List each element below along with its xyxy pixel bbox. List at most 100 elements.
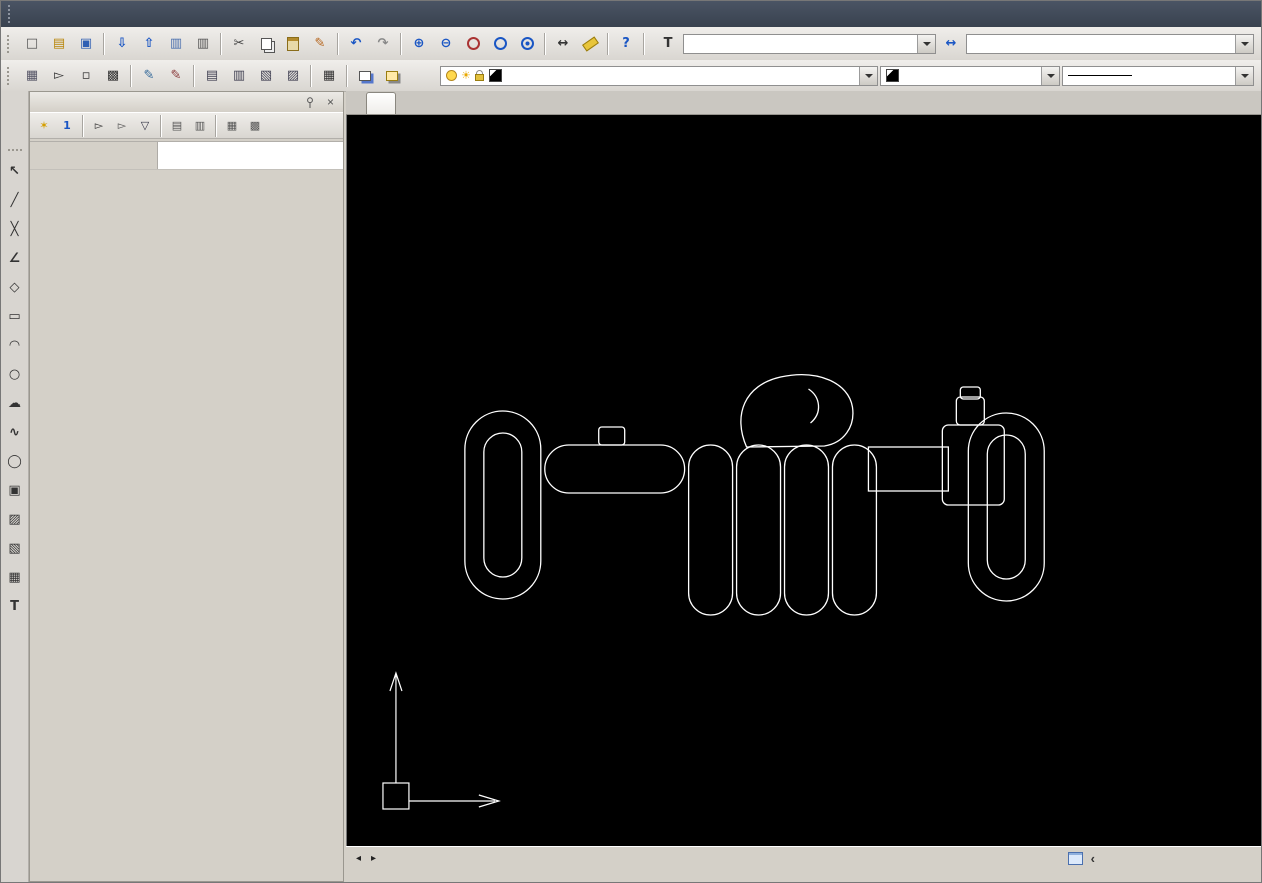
dropdown-arrow-icon[interactable] xyxy=(1041,67,1059,85)
dropdown-arrow-icon[interactable] xyxy=(859,67,877,85)
select-window-button[interactable]: ▫ xyxy=(73,63,99,89)
line-button[interactable]: ╱ xyxy=(2,188,27,213)
dropdown-arrow-icon[interactable] xyxy=(1235,35,1253,53)
quick-select-button[interactable]: ▻ xyxy=(88,115,110,137)
zoom-window-button[interactable] xyxy=(460,31,486,57)
redo-button[interactable]: ↷ xyxy=(370,31,396,57)
select-all-button[interactable]: ✶ xyxy=(33,115,55,137)
menu-tools[interactable] xyxy=(115,10,133,18)
menu-file[interactable] xyxy=(20,10,38,18)
ruler-button[interactable] xyxy=(577,31,603,57)
drawing-canvas[interactable] xyxy=(346,115,1262,846)
pan-icon: ⊕ xyxy=(414,37,425,50)
revision-cloud-button[interactable]: ☁ xyxy=(2,391,27,416)
distance-button[interactable]: ↔ xyxy=(550,31,576,57)
quick-select-button[interactable]: ▻ xyxy=(46,63,72,89)
settings-table-button[interactable]: ▩ xyxy=(244,115,266,137)
insert-block-icon: ▣ xyxy=(8,484,20,497)
layers-button[interactable] xyxy=(352,63,378,89)
menu-insert[interactable] xyxy=(77,10,95,18)
copy-properties-button[interactable]: ▤ xyxy=(166,115,188,137)
select-button[interactable]: ↖ xyxy=(2,159,27,184)
linetype-combo[interactable] xyxy=(1062,66,1254,86)
polyline-button[interactable]: ∠ xyxy=(2,246,27,271)
menu-view[interactable] xyxy=(58,10,76,18)
property-value[interactable] xyxy=(158,142,343,169)
import-button[interactable]: ⇩ xyxy=(109,31,135,57)
clean-screen-icon[interactable] xyxy=(1068,852,1083,865)
edit-properties-button[interactable]: ✎ xyxy=(163,63,189,89)
text-style-button[interactable]: T xyxy=(655,31,681,57)
filter-button[interactable]: ▽ xyxy=(134,115,156,137)
save-button[interactable]: ▣ xyxy=(73,31,99,57)
help-button[interactable]: ? xyxy=(613,31,639,57)
property-row xyxy=(30,142,343,170)
dropdown-arrow-icon[interactable] xyxy=(1235,67,1253,85)
dimension-style-combo[interactable] xyxy=(966,34,1254,54)
calculator-button[interactable]: ▦ xyxy=(316,63,342,89)
cut-button[interactable]: ✂ xyxy=(226,31,252,57)
spline-button[interactable]: ∿ xyxy=(2,420,27,445)
toolbar-separator xyxy=(82,115,84,137)
undo-button[interactable]: ↶ xyxy=(343,31,369,57)
draw-order-above-button[interactable]: ▧ xyxy=(253,63,279,89)
color-combo[interactable] xyxy=(880,66,1060,86)
select-similar-icon: ▻ xyxy=(118,120,126,131)
layer-states-button[interactable] xyxy=(379,63,405,89)
export-button[interactable]: ⇧ xyxy=(136,31,162,57)
dropdown-arrow-icon[interactable] xyxy=(917,35,935,53)
match-properties-button[interactable]: ✎ xyxy=(307,31,333,57)
menu-edit[interactable] xyxy=(39,10,57,18)
gradient-button[interactable]: ▧ xyxy=(2,536,27,561)
menu-dimensions[interactable] xyxy=(153,10,171,18)
menu-help[interactable] xyxy=(210,10,228,18)
draw-order-below-button[interactable]: ▨ xyxy=(280,63,306,89)
zoom-realtime-button[interactable]: ⊖ xyxy=(433,31,459,57)
index-1-button[interactable]: 1 xyxy=(56,115,78,137)
zoom-extents-button[interactable] xyxy=(514,31,540,57)
ellipse-button[interactable]: ◯ xyxy=(2,449,27,474)
rectangle-icon: ▭ xyxy=(8,310,20,323)
select-crossing-button[interactable]: ▩ xyxy=(100,63,126,89)
text-style-combo[interactable] xyxy=(683,34,936,54)
document-tab[interactable] xyxy=(366,92,396,114)
menu-draw[interactable] xyxy=(134,10,152,18)
paste-properties-button[interactable]: ▥ xyxy=(189,115,211,137)
pan-button[interactable]: ⊕ xyxy=(406,31,432,57)
zoom-dynamic-button[interactable] xyxy=(487,31,513,57)
dimension-style-button[interactable]: ↔ xyxy=(938,31,964,57)
menu-modify[interactable] xyxy=(172,10,190,18)
menu-format[interactable] xyxy=(96,10,114,18)
arc-button[interactable]: ◠ xyxy=(2,333,27,358)
toolbar-separator xyxy=(607,33,609,55)
layer-combo[interactable]: ☀ xyxy=(440,66,878,86)
scrollbar-left-icon[interactable]: ‹ xyxy=(1091,851,1095,866)
rectangle-button[interactable]: ▭ xyxy=(2,304,27,329)
construction-line-icon: ╳ xyxy=(11,223,19,236)
polygon-button[interactable]: ◇ xyxy=(2,275,27,300)
tab-scroll-right-icon[interactable]: ▸ xyxy=(366,851,381,867)
circle-button[interactable]: ○ xyxy=(2,362,27,387)
copy-button[interactable] xyxy=(253,31,279,57)
layout-tab-bar: ◂ ▸ ‹ xyxy=(346,846,1262,870)
plot-button[interactable]: ▥ xyxy=(190,31,216,57)
settings-grid-button[interactable]: ▦ xyxy=(221,115,243,137)
close-icon[interactable]: × xyxy=(322,94,339,111)
construction-line-button[interactable]: ╳ xyxy=(2,217,27,242)
open-button[interactable]: ▤ xyxy=(46,31,72,57)
new-button[interactable]: □ xyxy=(19,31,45,57)
table-button[interactable]: ▦ xyxy=(2,565,27,590)
plot-preview-button[interactable]: ▥ xyxy=(163,31,189,57)
select-similar-button[interactable]: ▻ xyxy=(111,115,133,137)
insert-block-button[interactable]: ▣ xyxy=(2,478,27,503)
selection-cycling-button[interactable]: ▦ xyxy=(19,63,45,89)
text-button[interactable]: T xyxy=(2,594,27,619)
tab-scroll-left-icon[interactable]: ◂ xyxy=(351,851,366,867)
edit-length-button[interactable]: ✎ xyxy=(136,63,162,89)
pin-icon[interactable] xyxy=(301,94,318,111)
draw-order-front-button[interactable]: ▤ xyxy=(199,63,225,89)
draw-order-back-button[interactable]: ▥ xyxy=(226,63,252,89)
paste-button[interactable] xyxy=(280,31,306,57)
hatch-button[interactable]: ▨ xyxy=(2,507,27,532)
menu-raster[interactable] xyxy=(191,10,209,18)
